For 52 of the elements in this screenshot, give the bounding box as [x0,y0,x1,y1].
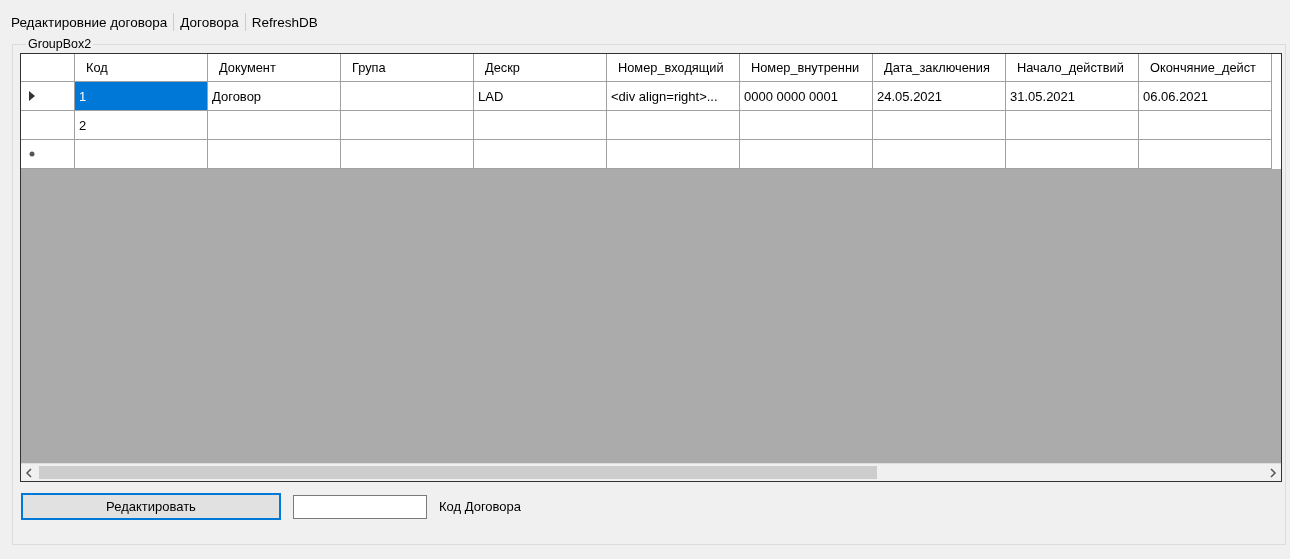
menu-item[interactable]: Договора [179,14,240,30]
column-header[interactable]: Код [75,54,208,82]
table-cell[interactable] [208,111,341,140]
row-header[interactable] [21,82,75,111]
table-cell[interactable]: LAD [474,82,607,111]
scrollbar-thumb[interactable] [39,466,877,479]
edit-button[interactable]: Редактировать [21,493,281,520]
code-input-field[interactable] [293,494,427,519]
column-header[interactable]: Документ [208,54,341,82]
scroll-left-icon[interactable] [25,467,33,478]
table-cell[interactable] [341,140,474,169]
column-header[interactable]: Група [341,54,474,82]
column-header[interactable]: Номер_внутренни [740,54,873,82]
table-cell[interactable] [1139,140,1272,169]
table-cell[interactable] [740,140,873,169]
new-row-icon [29,151,35,157]
menu-item[interactable]: Редактировние договора [10,14,169,30]
table-cell[interactable] [208,140,341,169]
table-cell[interactable]: Договор [208,82,341,111]
table-cell[interactable] [474,111,607,140]
table-cell[interactable] [1006,140,1139,169]
table-cell[interactable] [607,140,740,169]
table-cell[interactable]: 2 [75,111,208,140]
horizontal-scrollbar[interactable] [21,463,1281,481]
table-cell[interactable]: 24.05.2021 [873,82,1006,111]
table-cell[interactable] [873,111,1006,140]
scroll-right-icon[interactable] [1269,467,1277,478]
column-header[interactable]: Окончяние_дейст [1139,54,1272,82]
table-cell[interactable] [1006,111,1139,140]
table-cell[interactable]: 0000 0000 0001 [740,82,873,111]
column-header[interactable]: Дескр [474,54,607,82]
code-label: Код Договора [439,499,522,514]
table-cell[interactable] [740,111,873,140]
table-cell[interactable] [1139,111,1272,140]
table-cell[interactable] [873,140,1006,169]
table-cell[interactable]: 06.06.2021 [1139,82,1272,111]
table-cell[interactable] [474,140,607,169]
menu-item[interactable]: RefreshDB [250,14,319,30]
table-cell[interactable] [341,111,474,140]
table-cell[interactable]: 1 [75,82,208,111]
table-cell[interactable] [607,111,740,140]
current-row-icon [29,91,35,101]
table-cell[interactable] [75,140,208,169]
column-header[interactable]: Начало_действий [1006,54,1139,82]
group-box-title: GroupBox2 [27,37,93,51]
row-header[interactable] [21,111,75,140]
column-header[interactable]: Номер_входящий [607,54,740,82]
table-cell[interactable]: <div align=right>... [607,82,740,111]
table-cell[interactable]: 31.05.2021 [1006,82,1139,111]
table-cell[interactable] [341,82,474,111]
row-header[interactable] [21,140,75,169]
column-header[interactable]: Дата_заключения [873,54,1006,82]
